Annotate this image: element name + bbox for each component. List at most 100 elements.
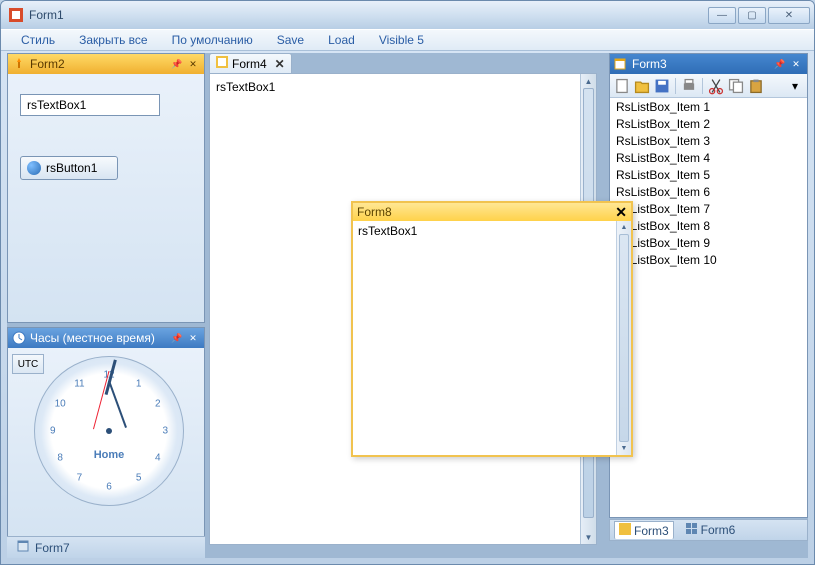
scroll-up-icon[interactable]: ▲	[617, 221, 631, 234]
menu-load[interactable]: Load	[316, 31, 367, 49]
right-tabstrip: Form3 Form6	[609, 519, 808, 541]
menu-visible[interactable]: Visible 5	[367, 31, 436, 49]
clock-num-5: 5	[136, 473, 142, 484]
list-item[interactable]: RsListBox_Item 3	[612, 134, 805, 151]
save-icon[interactable]	[653, 77, 671, 95]
menu-close-all[interactable]: Закрыть все	[67, 31, 159, 49]
form7-icon	[17, 539, 31, 556]
pin-icon[interactable]: 📌	[773, 57, 787, 71]
pin-icon[interactable]: 📌	[170, 331, 184, 345]
clock-num-10: 10	[55, 399, 66, 410]
tab-form4[interactable]: Form4 ✕	[209, 53, 292, 73]
close-icon[interactable]: ✕	[186, 57, 200, 71]
tab-form3-label: Form3	[634, 524, 669, 538]
clock-num-2: 2	[155, 399, 161, 410]
scroll-thumb[interactable]	[619, 234, 629, 442]
tab-close-icon[interactable]: ✕	[275, 57, 285, 71]
second-hand	[93, 371, 109, 429]
close-icon[interactable]: ✕	[186, 331, 200, 345]
form2-header[interactable]: Form2 📌 ✕	[8, 54, 204, 74]
form8-scrollbar[interactable]: ▲ ▼	[616, 221, 631, 455]
scroll-down-icon[interactable]: ▼	[581, 530, 596, 544]
close-icon[interactable]: ✕	[789, 57, 803, 71]
copy-icon[interactable]	[727, 77, 745, 95]
list-item[interactable]: RsListBox_Item 1	[612, 100, 805, 117]
new-icon[interactable]	[613, 77, 631, 95]
rsbutton1-label: rsButton1	[46, 161, 97, 175]
client-area: Form2 📌 ✕ rsButton1 Часы (местное время)…	[7, 53, 808, 558]
form8-title: Form8	[357, 205, 615, 219]
pin-icon[interactable]: 📌	[170, 57, 184, 71]
clock-num-1: 1	[136, 378, 142, 389]
toolbar-separator	[702, 78, 703, 94]
clock-title: Часы (местное время)	[30, 331, 168, 345]
form3-listbox[interactable]: RsListBox_Item 1 RsListBox_Item 2 RsList…	[610, 98, 807, 517]
main-window: Form1 — ▢ ✕ Стиль Закрыть все По умолчан…	[0, 0, 815, 565]
minimize-button[interactable]: —	[708, 7, 736, 24]
menu-save[interactable]: Save	[265, 31, 316, 49]
print-icon[interactable]	[680, 77, 698, 95]
tab-form6[interactable]: Form6	[682, 522, 740, 539]
tab-form7[interactable]: Form7	[11, 537, 76, 558]
form8-body: rsTextBox1 ▲ ▼	[353, 221, 631, 455]
form3-icon	[614, 57, 628, 71]
form8-window[interactable]: Form8 ✕ rsTextBox1 ▲ ▼	[351, 201, 633, 457]
tab-form6-label: Form6	[701, 523, 736, 537]
cut-icon[interactable]	[707, 77, 725, 95]
list-item[interactable]: RsListBox_Item 7	[612, 202, 805, 219]
form2-icon	[12, 57, 26, 71]
clock-num-3: 3	[162, 426, 168, 437]
clock-face: 12 1 2 3 4 5 6 7 8 9 10 11 Home	[34, 356, 184, 506]
scroll-down-icon[interactable]: ▼	[617, 442, 631, 455]
close-button[interactable]: ✕	[768, 7, 810, 24]
menubar: Стиль Закрыть все По умолчанию Save Load…	[1, 29, 814, 51]
maximize-button[interactable]: ▢	[738, 7, 766, 24]
form2-textbox[interactable]	[20, 94, 160, 116]
form8-close-icon[interactable]: ✕	[615, 204, 627, 221]
form3-toolbar: ▾	[610, 74, 807, 98]
menu-default[interactable]: По умолчанию	[160, 31, 265, 49]
scroll-up-icon[interactable]: ▲	[581, 74, 596, 88]
tab-form4-label: Form4	[232, 57, 267, 71]
form4-text: rsTextBox1	[216, 80, 275, 94]
tab-form7-label: Form7	[35, 541, 70, 555]
open-icon[interactable]	[633, 77, 651, 95]
toolbar-overflow-icon[interactable]: ▾	[786, 77, 804, 95]
button-bullet-icon	[27, 161, 41, 175]
form2-panel: Form2 📌 ✕ rsButton1	[7, 53, 205, 323]
clock-num-8: 8	[57, 452, 63, 463]
list-item[interactable]: RsListBox_Item 6	[612, 185, 805, 202]
minute-hand	[108, 380, 127, 428]
form8-text: rsTextBox1	[358, 224, 417, 238]
list-item[interactable]: RsListBox_Item 8	[612, 219, 805, 236]
clock-icon	[12, 331, 26, 345]
clock-num-9: 9	[50, 426, 56, 437]
form4-icon	[216, 56, 228, 71]
form2-title: Form2	[30, 57, 168, 71]
toolbar-separator	[675, 78, 676, 94]
clock-header[interactable]: Часы (местное время) 📌 ✕	[8, 328, 204, 348]
rsbutton1[interactable]: rsButton1	[20, 156, 118, 180]
paste-icon[interactable]	[747, 77, 765, 95]
list-item[interactable]: RsListBox_Item 4	[612, 151, 805, 168]
form6-tab-icon	[686, 523, 698, 538]
tab-form3[interactable]: Form3	[614, 521, 674, 539]
clock-label: Home	[94, 449, 125, 461]
list-item[interactable]: RsListBox_Item 9	[612, 236, 805, 253]
form8-header[interactable]: Form8 ✕	[353, 203, 631, 221]
list-item[interactable]: RsListBox_Item 5	[612, 168, 805, 185]
list-item[interactable]: RsListBox_Item 2	[612, 117, 805, 134]
titlebar[interactable]: Form1 — ▢ ✕	[1, 1, 814, 29]
clock-num-4: 4	[155, 452, 161, 463]
list-item[interactable]: RsListBox_Item 10	[612, 253, 805, 270]
clock-panel: Часы (местное время) 📌 ✕ UTC 12 1 2 3 4 …	[7, 327, 205, 543]
utc-button[interactable]: UTC	[12, 354, 44, 374]
clock-num-11: 11	[74, 378, 84, 389]
bottom-left-tabstrip: Form7	[7, 536, 205, 558]
app-icon	[9, 8, 23, 22]
clock-center	[106, 428, 112, 434]
menu-style[interactable]: Стиль	[9, 31, 67, 49]
form3-header[interactable]: Form3 📌 ✕	[610, 54, 807, 74]
form3-tab-icon	[619, 523, 631, 538]
form3-title: Form3	[632, 57, 771, 71]
